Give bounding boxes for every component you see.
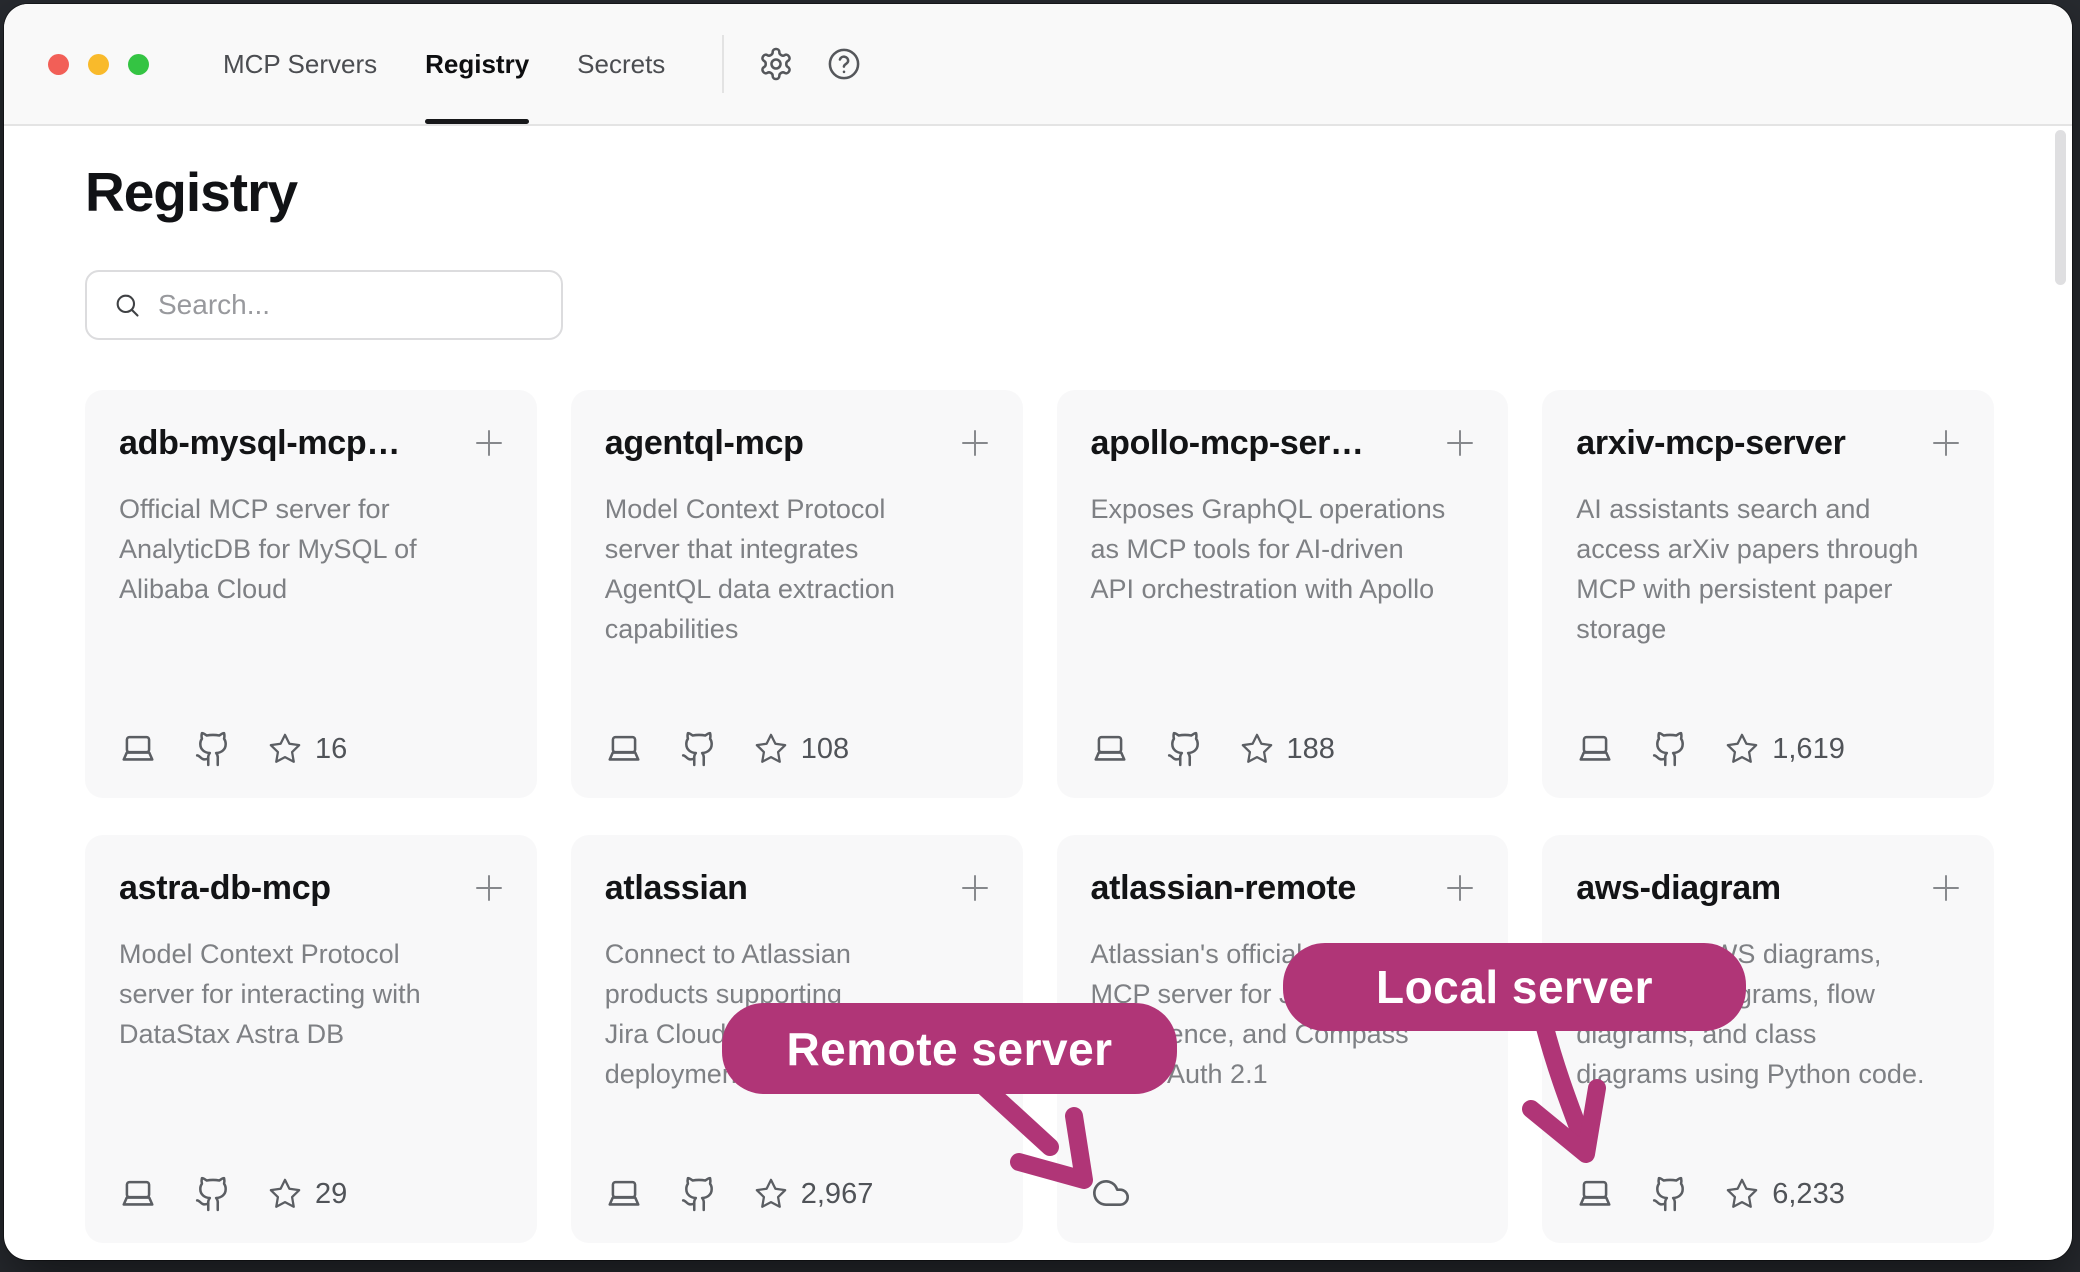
star-count: 108 [801,733,849,766]
server-name: aws-diagram [1576,869,1781,908]
add-server-button[interactable] [1928,425,1964,461]
star-count: 29 [315,1178,347,1211]
tab-registry[interactable]: Registry [425,4,529,124]
server-card-footer: 2,967 [605,1175,993,1213]
add-server-button[interactable] [1442,870,1478,906]
page-title: Registry [85,160,1994,224]
cloud-icon [1091,1173,1131,1213]
github-icon [194,730,232,768]
laptop-icon [1091,730,1129,768]
laptop-icon [1576,1175,1614,1213]
server-card-footer: 6,233 [1576,1175,1964,1213]
laptop-icon [1576,730,1614,768]
tab-secrets[interactable]: Secrets [577,4,665,124]
gear-icon [758,46,794,82]
app-window: MCP Servers Registry Secrets Registry [4,4,2072,1260]
server-name: atlassian [605,869,748,908]
question-mark-icon [826,46,862,82]
search-input[interactable] [158,272,561,338]
zoom-window-button[interactable] [128,54,149,75]
close-window-button[interactable] [48,54,69,75]
title-bar: MCP Servers Registry Secrets [4,4,2072,126]
plus-icon [471,425,507,461]
star-icon [754,732,788,766]
vertical-scrollbar-thumb[interactable] [2055,130,2066,285]
star-icon [1725,732,1759,766]
server-card-footer [1091,1173,1479,1213]
server-card-footer: 108 [605,730,993,768]
add-server-button[interactable] [957,425,993,461]
remote-server-callout: Remote server [722,1003,1177,1094]
search-icon [113,291,141,319]
server-description: Model Context Protocolserver that integr… [605,489,993,649]
server-card-footer: 188 [1091,730,1479,768]
github-icon [194,1175,232,1213]
github-icon [1651,1175,1689,1213]
star-count: 6,233 [1772,1178,1845,1211]
star-icon [268,1177,302,1211]
server-name: agentql-mcp [605,424,804,463]
laptop-icon [605,730,643,768]
local-server-callout: Local server [1283,943,1746,1031]
server-name: atlassian-remote [1091,869,1356,908]
star-count: 16 [315,733,347,766]
server-description: Model Context Protocolserver for interac… [119,934,507,1054]
laptop-icon [119,1175,157,1213]
server-card-grid: adb-mysql-mcp… Official MCP server forAn… [85,390,1994,1243]
github-icon [1166,730,1204,768]
github-icon [680,730,718,768]
topbar-divider [722,35,724,93]
window-controls [48,4,149,124]
server-name: arxiv-mcp-server [1576,424,1845,463]
star-icon [1725,1177,1759,1211]
add-server-button[interactable] [471,870,507,906]
main-nav: MCP Servers Registry Secrets [223,4,665,124]
star-count: 1,619 [1772,733,1845,766]
laptop-icon [119,730,157,768]
minimize-window-button[interactable] [88,54,109,75]
plus-icon [471,870,507,906]
plus-icon [1928,425,1964,461]
server-name: adb-mysql-mcp… [119,424,400,463]
add-server-button[interactable] [1928,870,1964,906]
add-server-button[interactable] [957,870,993,906]
star-count: 188 [1287,733,1335,766]
server-card[interactable]: apollo-mcp-ser… Exposes GraphQL operatio… [1057,390,1509,798]
help-button[interactable] [822,42,866,86]
plus-icon [957,870,993,906]
server-description: Exposes GraphQL operationsas MCP tools f… [1091,489,1479,609]
plus-icon [1442,870,1478,906]
tab-mcp-servers[interactable]: MCP Servers [223,4,377,124]
server-name: astra-db-mcp [119,869,331,908]
server-card[interactable]: adb-mysql-mcp… Official MCP server forAn… [85,390,537,798]
add-server-button[interactable] [471,425,507,461]
server-card-footer: 16 [119,730,507,768]
server-card[interactable]: arxiv-mcp-server AI assistants search an… [1542,390,1994,798]
plus-icon [1442,425,1478,461]
server-card-footer: 29 [119,1175,507,1213]
laptop-icon [605,1175,643,1213]
server-description: Official MCP server forAnalyticDB for My… [119,489,507,609]
server-description: AI assistants search andaccess arXiv pap… [1576,489,1964,649]
github-icon [1651,730,1689,768]
star-count: 2,967 [801,1178,874,1211]
github-icon [680,1175,718,1213]
star-icon [1240,732,1274,766]
plus-icon [1928,870,1964,906]
server-name: apollo-mcp-ser… [1091,424,1364,463]
plus-icon [957,425,993,461]
server-card[interactable]: astra-db-mcp Model Context Protocolserve… [85,835,537,1243]
server-card-footer: 1,619 [1576,730,1964,768]
server-card[interactable]: agentql-mcp Model Context Protocolserver… [571,390,1023,798]
settings-button[interactable] [754,42,798,86]
server-card[interactable]: aws-diagram Generate AWS diagrams,sequen… [1542,835,1994,1243]
search-box [85,270,563,340]
add-server-button[interactable] [1442,425,1478,461]
star-icon [754,1177,788,1211]
star-icon [268,732,302,766]
